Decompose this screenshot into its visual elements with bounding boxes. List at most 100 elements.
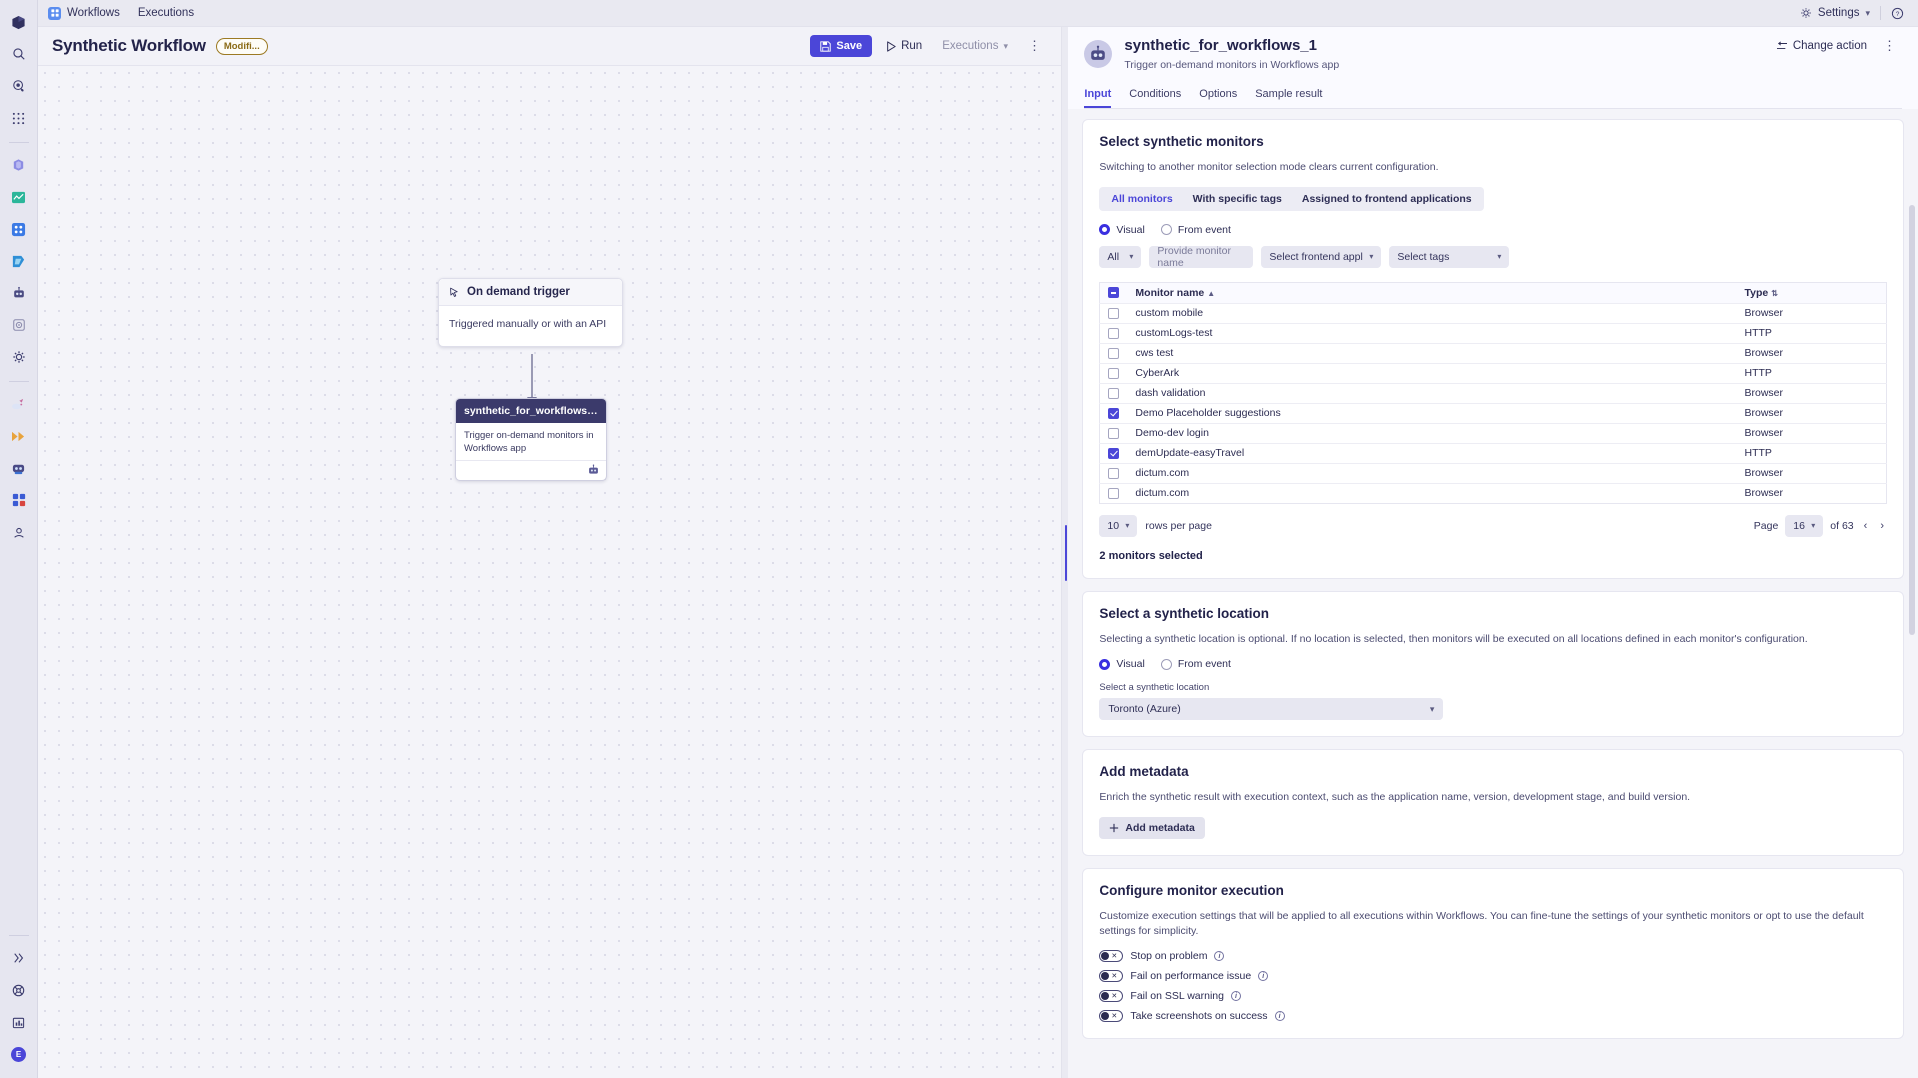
table-row[interactable]: Demo-dev login Browser: [1099, 423, 1887, 444]
table-row[interactable]: dictum.com Browser: [1100, 483, 1887, 503]
chevron-right-icon[interactable]: ›: [1877, 520, 1887, 532]
info-icon[interactable]: i: [1274, 1011, 1285, 1022]
app-root: E Workflows Executions Settings ▾ ? Synt…: [0, 0, 1918, 1078]
row-checkbox-checked[interactable]: [1108, 447, 1120, 459]
run-button[interactable]: Run: [880, 37, 928, 55]
workflow-canvas[interactable]: On demand trigger Triggered manually or …: [38, 66, 1061, 1078]
radio-from-event-location[interactable]: From event: [1160, 658, 1231, 671]
action-node-footer: [456, 459, 606, 480]
dashboards-icon[interactable]: [4, 183, 34, 211]
info-icon[interactable]: i: [1214, 951, 1225, 962]
info-icon[interactable]: i: [1258, 971, 1269, 982]
tab-options[interactable]: Options: [1199, 85, 1237, 108]
user-avatar[interactable]: E: [4, 1040, 34, 1068]
row-checkbox[interactable]: [1108, 327, 1120, 339]
monitor-name-input[interactable]: Provide monitor name: [1149, 245, 1254, 269]
row-checkbox[interactable]: [1108, 367, 1120, 379]
change-action-button[interactable]: Change action: [1770, 37, 1873, 55]
radio-visual-location[interactable]: Visual: [1099, 658, 1145, 671]
toggle-fail-on-ssl-warning[interactable]: ✕: [1099, 990, 1124, 1003]
cell-monitor-type: Browser: [1736, 423, 1887, 444]
tab-sample-result[interactable]: Sample result: [1255, 85, 1322, 108]
chevron-left-icon[interactable]: ‹: [1861, 520, 1871, 532]
radio-visual-monitors[interactable]: Visual: [1099, 224, 1145, 236]
chevron-down-icon: ▾: [1811, 521, 1816, 531]
column-header-type[interactable]: Type ⇅: [1736, 282, 1887, 304]
table-row[interactable]: dictum.com Browser: [1099, 463, 1887, 484]
radio-from-event-label: From event: [1177, 658, 1231, 671]
davis-copilot-icon[interactable]: [4, 72, 34, 100]
row-checkbox[interactable]: [1108, 387, 1120, 399]
page-number-select[interactable]: 16 ▾: [1785, 514, 1824, 537]
save-button[interactable]: Save: [810, 35, 873, 57]
panel-header-text: synthetic_for_workflows_1 Trigger on-dem…: [1124, 37, 1339, 71]
row-checkbox[interactable]: [1108, 427, 1120, 439]
reports-icon[interactable]: [4, 1008, 34, 1036]
radio-from-event-label: From event: [1177, 223, 1231, 236]
table-row[interactable]: demUpdate-easyTravel HTTP: [1099, 443, 1887, 464]
toggle-fail-on-performance-issue[interactable]: ✕: [1099, 970, 1124, 983]
settings-gear-icon[interactable]: [4, 343, 34, 371]
toggle-take-screenshots-on-success[interactable]: ✕: [1099, 1010, 1124, 1023]
nav-item-executions[interactable]: Executions: [138, 7, 194, 19]
toggle-stop-on-problem[interactable]: ✕: [1099, 950, 1124, 963]
panel-resize-handle[interactable]: [1061, 27, 1069, 1078]
sidebar-item-workflows[interactable]: [4, 215, 34, 243]
app-grid-icon[interactable]: [4, 104, 34, 132]
nav-item-workflows[interactable]: Workflows: [48, 6, 120, 20]
column-header-monitor-name[interactable]: Monitor name ▲: [1127, 282, 1737, 304]
site-reliability-icon[interactable]: [4, 311, 34, 339]
executions-dropdown[interactable]: Executions ▾: [936, 37, 1014, 55]
segment-with-specific-tags[interactable]: With specific tags: [1183, 189, 1292, 209]
top-bar: Workflows Executions Settings ▾ ?: [38, 0, 1918, 27]
add-metadata-button[interactable]: Add metadata: [1099, 817, 1205, 840]
select-all-checkbox[interactable]: [1108, 287, 1120, 299]
account-gear-icon[interactable]: [4, 518, 34, 546]
automation-bot-icon[interactable]: [4, 279, 34, 307]
frontend-application-select[interactable]: Select frontend applicatio ▾: [1261, 245, 1382, 268]
support-icon[interactable]: [4, 976, 34, 1004]
nav-label-workflows: Workflows: [67, 7, 120, 19]
settings-menu[interactable]: Settings ▾: [1800, 7, 1870, 19]
forward-icon[interactable]: [4, 422, 34, 450]
change-action-label: Change action: [1792, 40, 1867, 52]
tags-select[interactable]: Select tags ▾: [1389, 245, 1510, 268]
trigger-node[interactable]: On demand trigger Triggered manually or …: [438, 278, 623, 347]
segment-all-monitors[interactable]: All monitors: [1101, 189, 1182, 209]
sort-icon: ⇅: [1771, 288, 1778, 298]
table-row[interactable]: cws test Browser: [1099, 343, 1887, 364]
tab-input[interactable]: Input: [1084, 85, 1112, 108]
segment-assigned-to-frontend-applications[interactable]: Assigned to frontend applications: [1292, 189, 1482, 209]
add-metadata-description: Enrich the synthetic result with executi…: [1099, 791, 1691, 804]
table-row[interactable]: Demo Placeholder suggestions Browser: [1099, 403, 1887, 424]
kebab-menu-icon[interactable]: ⋮: [1022, 38, 1047, 54]
row-checkbox[interactable]: [1108, 307, 1120, 319]
info-icon[interactable]: i: [1230, 991, 1241, 1002]
search-icon[interactable]: [4, 40, 34, 68]
cloud-launcher-icon[interactable]: [4, 390, 34, 418]
robot-assistant-icon[interactable]: [4, 454, 34, 482]
panel-scrollbar[interactable]: [1909, 205, 1915, 635]
action-node[interactable]: synthetic_for_workflows_1 Trigger on-dem…: [455, 398, 607, 481]
radio-visual-label: Visual: [1116, 658, 1145, 671]
row-checkbox[interactable]: [1108, 467, 1120, 479]
table-row[interactable]: custom mobile Browser: [1099, 303, 1887, 324]
radio-from-event-monitors[interactable]: From event: [1160, 223, 1231, 236]
panel-kebab-menu-icon[interactable]: ⋮: [1877, 38, 1902, 54]
tab-conditions[interactable]: Conditions: [1129, 85, 1181, 108]
synthetic-location-select[interactable]: Toronto (Azure) ▾: [1099, 698, 1444, 721]
table-row[interactable]: dash validation Browser: [1099, 383, 1887, 404]
distributed-tracing-icon[interactable]: [4, 151, 34, 179]
notebooks-icon[interactable]: [4, 247, 34, 275]
expand-rail-icon[interactable]: [4, 944, 34, 972]
table-row[interactable]: CyberArk HTTP: [1099, 363, 1887, 384]
row-checkbox-checked[interactable]: [1108, 407, 1120, 419]
monitor-scope-select[interactable]: All ▾: [1099, 245, 1142, 268]
rows-per-page-select[interactable]: 10 ▾: [1099, 514, 1138, 537]
row-checkbox[interactable]: [1108, 487, 1120, 499]
apps-grid-red-icon[interactable]: [4, 486, 34, 514]
dynatrace-logo-icon[interactable]: [4, 8, 34, 36]
table-row[interactable]: customLogs-test HTTP: [1099, 323, 1887, 344]
help-circle-icon[interactable]: ?: [1891, 7, 1904, 20]
row-checkbox[interactable]: [1108, 347, 1120, 359]
